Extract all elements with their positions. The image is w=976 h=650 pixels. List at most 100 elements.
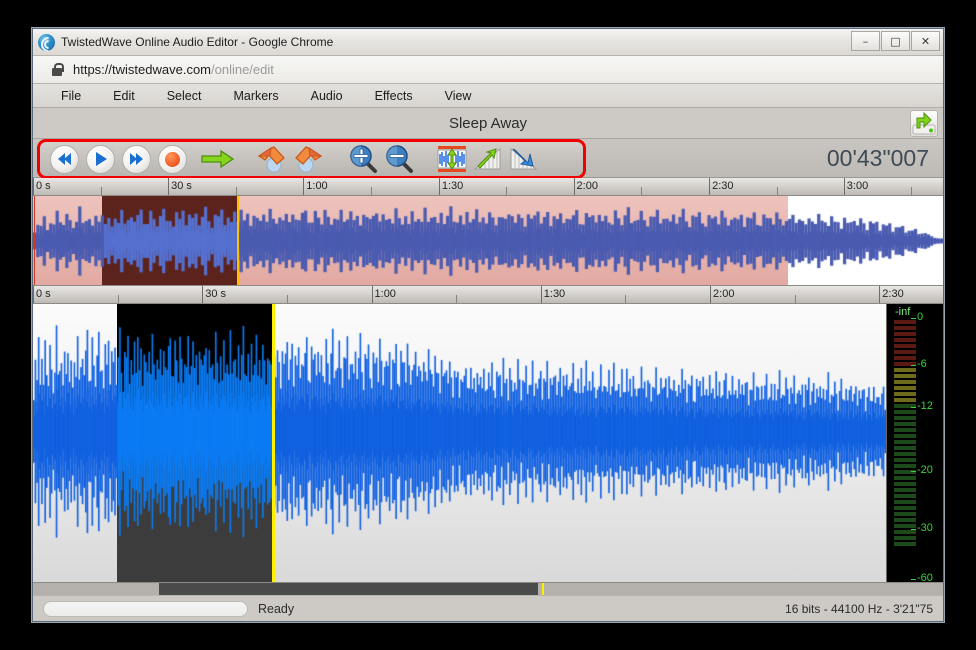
meter-segment [894,332,916,336]
status-text: Ready [258,602,294,616]
url-path: /online/edit [211,62,274,77]
redo-button[interactable] [290,143,326,175]
main-playhead[interactable] [272,304,275,582]
maximize-icon: □ [890,36,900,47]
meter-segment [894,488,916,492]
fit-vertical-button[interactable] [434,143,470,175]
meter-segment [894,350,916,354]
status-bar: Ready 16 bits - 44100 Hz - 3'21"75 [33,595,943,621]
meter-label-12: -12 [917,400,933,412]
ruler-tick-label: 2:00 [574,180,598,192]
zoom-in-button[interactable] [346,143,382,175]
url-origin: https://twistedwave.com [73,62,211,77]
close-button[interactable]: ✕ [911,31,940,51]
audio-format-info: 16 bits - 44100 Hz - 3'21"75 [785,602,933,616]
meter-segment [894,476,916,480]
meter-segment [894,440,916,444]
meter-segment [894,446,916,450]
ruler-tick-label: 30 s [202,288,226,300]
meter-segment [894,386,916,390]
menu-item-markers[interactable]: Markers [217,87,294,105]
meter-segment [894,368,916,372]
fade-in-button[interactable] [470,143,506,175]
meter-segment [894,374,916,378]
scrollbar-playhead [542,583,544,595]
meter-segment [894,428,916,432]
menu-item-select[interactable]: Select [151,87,218,105]
scrollbar-thumb[interactable] [159,583,538,595]
timecode-display[interactable]: 00'43"007 [827,145,929,172]
fast-forward-button[interactable] [118,143,154,175]
meter-segment [894,482,916,486]
ruler-tick-label: 3:00 [844,180,868,192]
zoom-out-button[interactable] [382,143,418,175]
twistedwave-app: Sleep Away [33,108,943,621]
menu-item-file[interactable]: File [45,87,97,105]
green-right-arrow-icon [201,149,235,169]
meter-segment [894,356,916,360]
overview-waveform[interactable] [33,196,943,286]
menu-item-audio[interactable]: Audio [295,87,359,105]
ruler-halftick [795,295,796,304]
undo-arrow-icon [255,144,289,174]
meter-segment [894,500,916,504]
rewind-button[interactable] [46,143,82,175]
menu-item-edit[interactable]: Edit [97,87,151,105]
meter-segment [894,530,916,534]
ruler-halftick [101,187,102,196]
undo-button[interactable] [254,143,290,175]
go-to-end-button[interactable] [200,143,236,175]
meter-segment [894,392,916,396]
ruler-tick-label: 2:00 [710,288,734,300]
magnifier-minus-icon [384,144,416,174]
play-button[interactable] [82,143,118,175]
meter-segment [894,410,916,414]
meter-inf-label: -inf [895,306,910,318]
ruler-tick-label: 0 s [33,288,51,300]
ruler-tick-label: 0 s [33,180,51,192]
lock-icon [51,63,63,76]
ruler-tick-label: 2:30 [879,288,903,300]
upload-save-button[interactable] [910,110,938,137]
minimize-button[interactable]: – [851,31,880,51]
meter-segment [894,338,916,342]
record-button[interactable] [154,143,190,175]
fade-out-icon [508,145,540,173]
menu-item-view[interactable]: View [429,87,488,105]
level-meter: -inf 0 -6 -12 -20 -30 -60 [886,304,943,582]
main-ruler[interactable]: 0 s30 s1:001:302:002:30 [33,286,943,304]
close-icon: ✕ [921,36,930,47]
overview-ruler[interactable]: 0 s30 s1:001:302:002:303:00 [33,178,943,196]
menu-item-effects[interactable]: Effects [359,87,429,105]
overview-playhead[interactable] [237,196,239,285]
magnifier-plus-icon [348,144,380,174]
url-text: https://twistedwave.com/online/edit [73,62,274,77]
page-title: Sleep Away [449,115,527,132]
minimize-icon: – [863,36,869,47]
meter-segment [894,320,916,324]
ruler-halftick [287,295,288,304]
address-bar[interactable]: https://twistedwave.com/online/edit [33,56,943,84]
chrome-window: TwistedWave Online Audio Editor - Google… [32,28,944,622]
horizontal-scrollbar[interactable] [33,582,943,595]
ruler-halftick [641,187,642,196]
fit-waveform-vertical-icon [435,144,469,174]
overview-selection-start-marker [34,196,35,285]
main-waveform-pane[interactable]: -inf 0 -6 -12 -20 -30 -60 [33,304,943,582]
meter-segment [894,380,916,384]
upload-save-icon [911,111,937,136]
window-titlebar: TwistedWave Online Audio Editor - Google… [33,29,943,56]
meter-segment [894,542,916,546]
ruler-tick-label: 1:30 [439,180,463,192]
meter-segment [894,536,916,540]
maximize-button[interactable]: □ [881,31,910,51]
ruler-halftick [911,187,912,196]
document-header: Sleep Away [33,108,943,138]
fade-out-button[interactable] [506,143,542,175]
ruler-halftick [371,187,372,196]
ruler-tick-label: 2:30 [709,180,733,192]
ruler-halftick [506,187,507,196]
meter-label-60: -60 [917,572,933,582]
meter-segment [894,452,916,456]
ruler-tick-label: 1:00 [303,180,327,192]
